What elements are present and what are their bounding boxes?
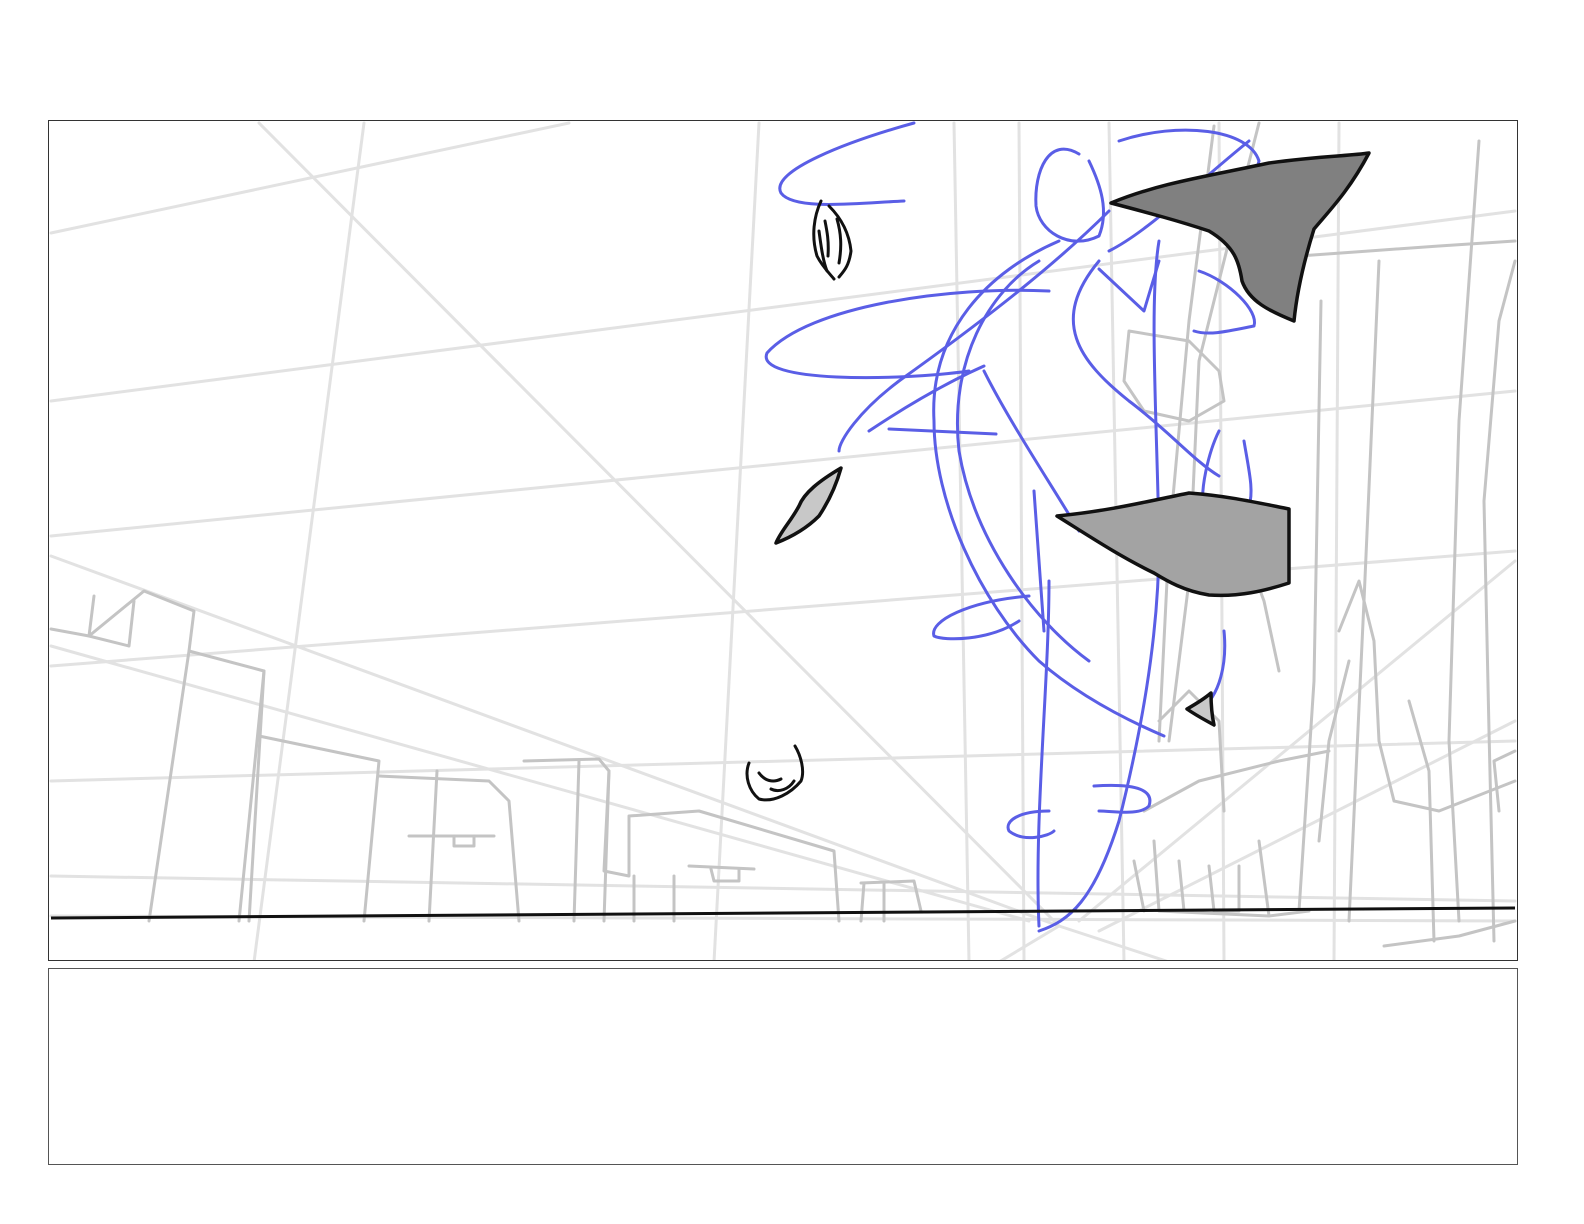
small-shard [1185, 691, 1216, 727]
panel-notes-box[interactable] [48, 968, 1518, 1165]
scribble-marks [745, 199, 853, 802]
wing-shape-lower [1055, 491, 1291, 598]
hand-shape-left [774, 466, 843, 545]
ink-shapes [745, 151, 1371, 802]
panel-sketch-canvas [49, 121, 1517, 960]
storyboard-panel-frame [48, 120, 1518, 961]
